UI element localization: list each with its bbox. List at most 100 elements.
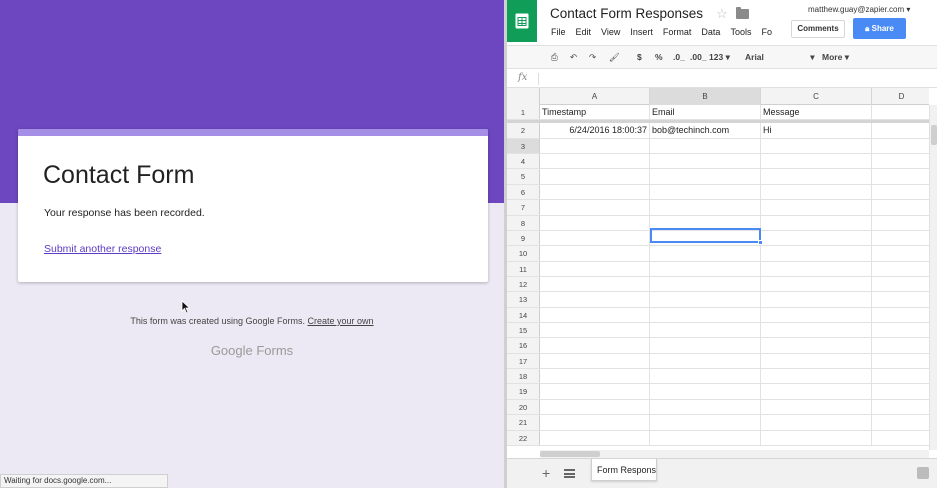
cell-b9[interactable]: [650, 230, 761, 246]
submit-another-link[interactable]: Submit another response: [44, 243, 161, 255]
cell-a3[interactable]: [540, 138, 650, 154]
cell-a8[interactable]: [540, 215, 650, 230]
cell-b16[interactable]: [650, 338, 761, 353]
row-header[interactable]: 11: [507, 261, 540, 276]
cell-b3[interactable]: [650, 138, 761, 154]
row-header[interactable]: 15: [507, 323, 540, 338]
cell-d5[interactable]: [872, 169, 929, 183]
column-header-c[interactable]: C: [761, 88, 872, 105]
more-dropdown[interactable]: More ▾: [822, 52, 849, 63]
cell-c12[interactable]: [761, 276, 872, 292]
cell-a6[interactable]: [540, 184, 650, 200]
cell-c15[interactable]: [761, 323, 872, 338]
row-header[interactable]: 7: [507, 200, 540, 215]
percent-format-button[interactable]: %: [655, 52, 663, 62]
cell-d19[interactable]: [872, 384, 929, 398]
cell-c2[interactable]: Hi: [761, 123, 872, 138]
cell-b11[interactable]: [650, 261, 761, 276]
cell-b15[interactable]: [650, 323, 761, 338]
all-sheets-menu-icon[interactable]: [564, 469, 575, 478]
add-sheet-icon[interactable]: +: [542, 465, 550, 481]
cell-b10[interactable]: [650, 246, 761, 261]
cell-c11[interactable]: [761, 261, 872, 276]
cell-b6[interactable]: [650, 184, 761, 200]
cell-a2[interactable]: 6/24/2016 18:00:37: [540, 123, 650, 138]
account-email[interactable]: matthew.guay@zapier.com ▾: [808, 5, 910, 14]
cell-c16[interactable]: [761, 338, 872, 353]
cell-a4[interactable]: [540, 154, 650, 169]
cell-b2[interactable]: bob@techinch.com: [650, 123, 761, 138]
row-header[interactable]: 14: [507, 307, 540, 323]
formula-bar[interactable]: fx: [507, 70, 937, 88]
cell-b21[interactable]: [650, 415, 761, 430]
cell-a21[interactable]: [540, 415, 650, 430]
cell-b19[interactable]: [650, 384, 761, 399]
cell-a11[interactable]: [540, 261, 650, 276]
font-dropdown[interactable]: Arial ▾: [745, 52, 815, 63]
cell-d4[interactable]: [872, 154, 929, 168]
menu-view[interactable]: View: [601, 27, 620, 37]
cell-c22[interactable]: [761, 430, 872, 445]
menu-file[interactable]: File: [551, 27, 566, 37]
cell-b7[interactable]: [650, 200, 761, 215]
cell-d2[interactable]: [872, 123, 929, 137]
select-all-corner[interactable]: [507, 88, 540, 105]
cell-b18[interactable]: [650, 369, 761, 384]
cell-a5[interactable]: [540, 169, 650, 184]
print-icon[interactable]: ⎙: [551, 52, 558, 63]
cell-b17[interactable]: [650, 353, 761, 369]
cell-a16[interactable]: [540, 338, 650, 353]
sheet-tab-form-responses[interactable]: Form Responses 1: [591, 459, 657, 481]
row-header[interactable]: 17: [507, 353, 540, 369]
folder-icon[interactable]: [736, 7, 749, 19]
menu-edit[interactable]: Edit: [576, 27, 592, 37]
row-header[interactable]: 10: [507, 246, 540, 261]
row-header[interactable]: 9: [507, 230, 540, 246]
cell-d13[interactable]: [872, 292, 929, 306]
fill-handle[interactable]: [758, 240, 763, 245]
cell-a14[interactable]: [540, 307, 650, 323]
undo-icon[interactable]: ↶: [570, 52, 577, 63]
star-icon[interactable]: ☆: [716, 6, 728, 22]
cell-a17[interactable]: [540, 353, 650, 369]
cell-a15[interactable]: [540, 323, 650, 338]
cell-d16[interactable]: [872, 338, 929, 352]
cell-c7[interactable]: [761, 200, 872, 215]
decrease-decimal-button[interactable]: .0_: [673, 52, 685, 62]
row-header[interactable]: 20: [507, 399, 540, 415]
comments-button[interactable]: Comments: [791, 20, 845, 38]
cell-d9[interactable]: [872, 231, 929, 245]
cell-c8[interactable]: [761, 215, 872, 230]
cell-d12[interactable]: [872, 277, 929, 291]
cell-a20[interactable]: [540, 399, 650, 415]
cell-c9[interactable]: [761, 230, 872, 246]
explore-icon[interactable]: [917, 467, 929, 479]
cell-d7[interactable]: [872, 200, 929, 214]
cell-b22[interactable]: [650, 430, 761, 445]
row-header[interactable]: 16: [507, 338, 540, 353]
sheets-logo-icon[interactable]: [507, 0, 537, 42]
cell-b20[interactable]: [650, 399, 761, 415]
cell-b5[interactable]: [650, 169, 761, 184]
number-format-dropdown[interactable]: 123 ▾: [709, 52, 730, 63]
redo-icon[interactable]: ↷: [589, 52, 596, 63]
cell-d10[interactable]: [872, 246, 929, 260]
cell-a19[interactable]: [540, 384, 650, 399]
cell-b8[interactable]: [650, 215, 761, 230]
cell-d15[interactable]: [872, 323, 929, 337]
paint-format-icon[interactable]: 🖌︎: [609, 52, 620, 63]
cell-b14[interactable]: [650, 307, 761, 323]
currency-format-button[interactable]: $: [637, 52, 642, 62]
cell-d11[interactable]: [872, 262, 929, 276]
cell-c4[interactable]: [761, 154, 872, 169]
cell-c10[interactable]: [761, 246, 872, 261]
cell-d6[interactable]: [872, 185, 929, 199]
row-header[interactable]: 1: [507, 105, 540, 120]
cell-b4[interactable]: [650, 154, 761, 169]
cell-d3[interactable]: [872, 139, 929, 153]
cell-c17[interactable]: [761, 353, 872, 369]
cell-a10[interactable]: [540, 246, 650, 261]
cell-c18[interactable]: [761, 369, 872, 384]
cell-d1[interactable]: [872, 105, 929, 119]
cell-b1[interactable]: Email: [650, 105, 761, 120]
